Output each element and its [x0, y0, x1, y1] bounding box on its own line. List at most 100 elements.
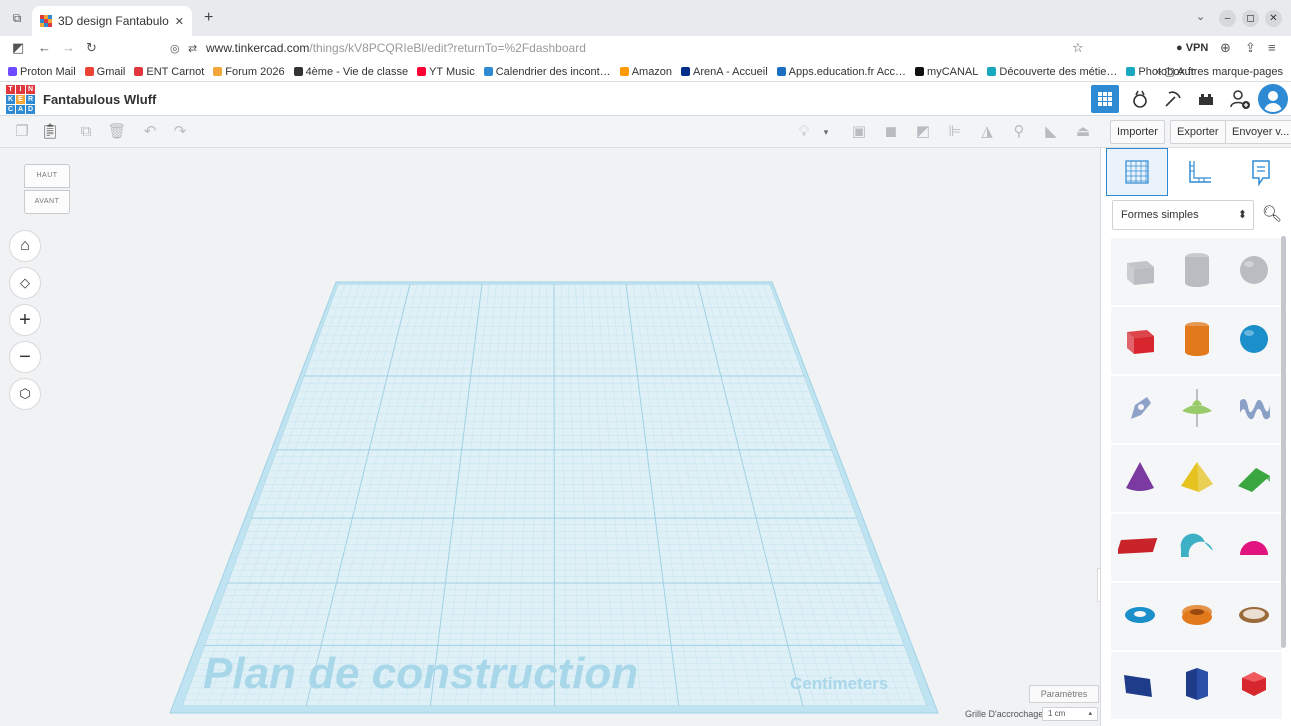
light-bulb-icon[interactable]: 💡︎: [794, 123, 814, 141]
bookmark-item[interactable]: Proton Mail: [8, 66, 76, 78]
align-icon[interactable]: ⊫: [945, 123, 965, 141]
close-window-button[interactable]: ✕: [1265, 10, 1282, 27]
drop-icon[interactable]: ⏏: [1073, 123, 1093, 141]
bookmark-item[interactable]: 4ème - Vie de classe: [293, 66, 408, 78]
forward-arrow-icon[interactable]: →: [62, 40, 75, 55]
shape-tile[interactable]: [1225, 514, 1282, 581]
blocks-icon[interactable]: [1126, 85, 1154, 113]
bookmark-item[interactable]: YT Music: [417, 66, 475, 78]
view-cube-front[interactable]: AVANT: [24, 190, 70, 214]
bookmark-item[interactable]: myCANAL: [915, 66, 978, 78]
bookmark-star-icon[interactable]: ☆: [1072, 40, 1084, 56]
panel-scrollbar[interactable]: [1281, 236, 1286, 648]
shape-tile[interactable]: [1111, 307, 1168, 374]
paste-icon[interactable]: 📋︎: [40, 123, 60, 141]
bricks-icon[interactable]: [1192, 85, 1220, 113]
delete-icon[interactable]: 🗑︎: [107, 123, 127, 141]
shape-library-select[interactable]: Formes simples: [1112, 200, 1254, 230]
group-icon[interactable]: ◼: [881, 123, 901, 141]
shape-tile[interactable]: [1168, 445, 1225, 512]
ungroup-icon[interactable]: ◩: [913, 123, 933, 141]
back-arrow-icon[interactable]: ←: [38, 40, 51, 55]
minimize-window-button[interactable]: –: [1219, 10, 1236, 27]
vpn-status[interactable]: ● VPN: [1176, 42, 1208, 54]
home-view-icon[interactable]: ⌂: [9, 230, 41, 262]
perspective-toggle-icon[interactable]: ⬡: [9, 378, 41, 410]
site-permissions-icon[interactable]: ⇄: [188, 42, 197, 55]
shape-tile[interactable]: [1168, 307, 1225, 374]
duplicate-icon[interactable]: ⧉: [76, 123, 96, 141]
bookmark-item[interactable]: Calendrier des incont…: [483, 66, 611, 78]
shape-tile[interactable]: [1225, 307, 1282, 374]
export-button[interactable]: Exporter: [1170, 120, 1226, 144]
undo-icon[interactable]: ↶: [140, 123, 160, 141]
shape-tile[interactable]: [1168, 238, 1225, 305]
browser-tab-active[interactable]: 3D design Fantabulous W ✕: [32, 6, 192, 36]
bookmark-item[interactable]: Apps.education.fr Acc…: [776, 66, 906, 78]
shape-tile[interactable]: [1111, 583, 1168, 650]
zoom-in-icon[interactable]: +: [9, 304, 41, 336]
notes-icon[interactable]: ▣: [849, 123, 869, 141]
3d-view-grid-icon[interactable]: [1091, 85, 1119, 113]
share-icon[interactable]: ⇪: [1245, 40, 1256, 56]
new-tab-button[interactable]: +: [204, 9, 213, 27]
shape-tile[interactable]: [1111, 445, 1168, 512]
shape-tile[interactable]: [1225, 376, 1282, 443]
tinkercad-logo[interactable]: T I N K E R C A D: [6, 85, 35, 114]
light-dropdown-icon[interactable]: ▾: [816, 123, 836, 141]
shape-tile[interactable]: [1111, 238, 1168, 305]
bookmark-item[interactable]: Gmail: [84, 66, 125, 78]
send-to-button[interactable]: Envoyer v...: [1225, 120, 1291, 144]
shape-tile[interactable]: [1168, 583, 1225, 650]
account-icon[interactable]: ⊕: [1220, 40, 1231, 56]
shape-tile[interactable]: [1111, 652, 1168, 719]
simulation-pickaxe-icon[interactable]: [1159, 85, 1187, 113]
shape-tile[interactable]: [1168, 652, 1225, 719]
cruise-icon[interactable]: ⚲: [1009, 123, 1029, 141]
snap-grid-select[interactable]: 1 cm: [1042, 707, 1098, 721]
shape-tile[interactable]: [1111, 376, 1168, 443]
menu-hamburger-icon[interactable]: ≡: [1268, 40, 1276, 55]
bookmark-item[interactable]: Forum 2026: [213, 66, 285, 78]
design-title[interactable]: Fantabulous Wluff: [43, 92, 156, 107]
zoom-out-icon[interactable]: −: [9, 341, 41, 373]
avatar[interactable]: [1258, 84, 1288, 114]
shield-icon[interactable]: ◎: [170, 42, 180, 55]
close-tab-icon[interactable]: ✕: [175, 15, 184, 28]
shape-tile[interactable]: [1111, 514, 1168, 581]
window-menu-icon[interactable]: ⧉: [10, 11, 24, 25]
other-bookmarks[interactable]: » ▢ Autres marque-pages: [1155, 65, 1283, 78]
shape-tile[interactable]: [1225, 652, 1282, 719]
bookmark-item[interactable]: Découverte des métie…: [987, 66, 1117, 78]
tab-notes[interactable]: [1230, 148, 1291, 196]
bookmark-item[interactable]: ENT Carnot: [134, 66, 204, 78]
sidebar-toggle-icon[interactable]: ◩: [12, 40, 24, 56]
copy-icon[interactable]: ❐: [12, 123, 32, 141]
shape-tile[interactable]: [1168, 514, 1225, 581]
add-user-icon[interactable]: [1226, 85, 1254, 113]
mirror-icon[interactable]: ◮: [977, 123, 997, 141]
tab-list-chevron-icon[interactable]: ⌄: [1196, 10, 1205, 23]
fit-all-icon[interactable]: ◇: [9, 267, 41, 299]
view-cube[interactable]: HAUT AVANT: [24, 164, 70, 216]
shape-tile[interactable]: [1225, 583, 1282, 650]
import-button[interactable]: Importer: [1110, 120, 1165, 144]
shape-tile[interactable]: [1225, 238, 1282, 305]
workplane[interactable]: Plan de construction Centimeters: [0, 148, 1100, 726]
view-cube-top[interactable]: HAUT: [24, 164, 70, 188]
shape-tile[interactable]: [1225, 445, 1282, 512]
reload-icon[interactable]: ↻: [86, 40, 97, 56]
shape-tile[interactable]: [1168, 376, 1225, 443]
3d-workspace[interactable]: Plan de construction Centimeters HAUT AV…: [0, 148, 1100, 726]
tab-ruler[interactable]: [1168, 148, 1230, 196]
maximize-window-button[interactable]: ◻: [1242, 10, 1259, 27]
bookmark-item[interactable]: ArenA - Accueil: [681, 66, 768, 78]
search-icon[interactable]: 🔍︎: [1258, 201, 1286, 229]
url-field[interactable]: www.tinkercad.com/things/kV8PCQRIeBl/edi…: [206, 41, 586, 55]
redo-icon[interactable]: ↷: [170, 123, 190, 141]
flip-icon[interactable]: ◣: [1041, 123, 1061, 141]
bookmarks-overflow-icon[interactable]: »: [1155, 66, 1161, 78]
bookmark-item[interactable]: Amazon: [619, 66, 672, 78]
settings-button[interactable]: Paramètres: [1029, 685, 1099, 703]
tab-shapes[interactable]: [1106, 148, 1168, 196]
